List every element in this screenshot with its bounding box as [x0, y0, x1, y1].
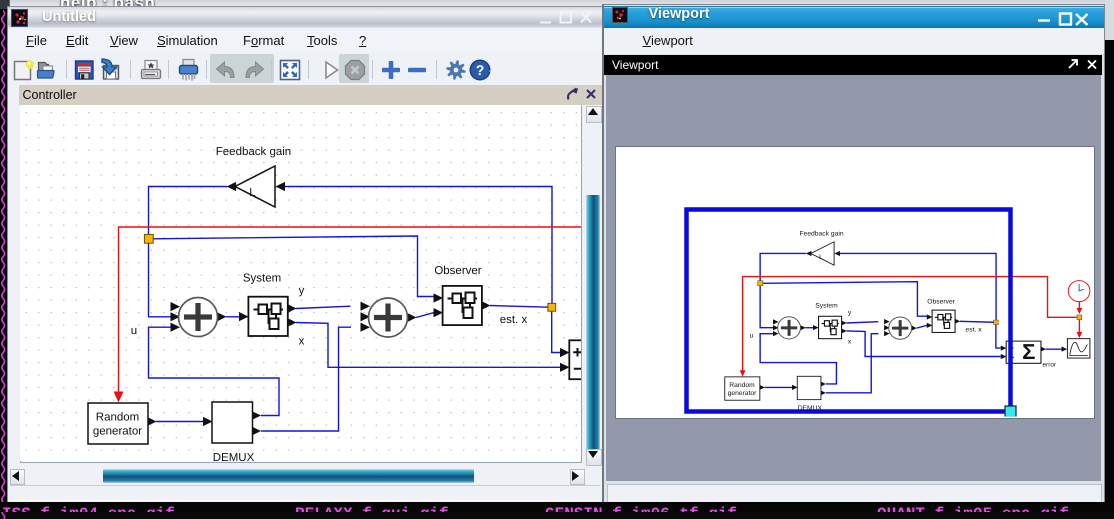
svg-text:?: ?	[476, 62, 485, 78]
